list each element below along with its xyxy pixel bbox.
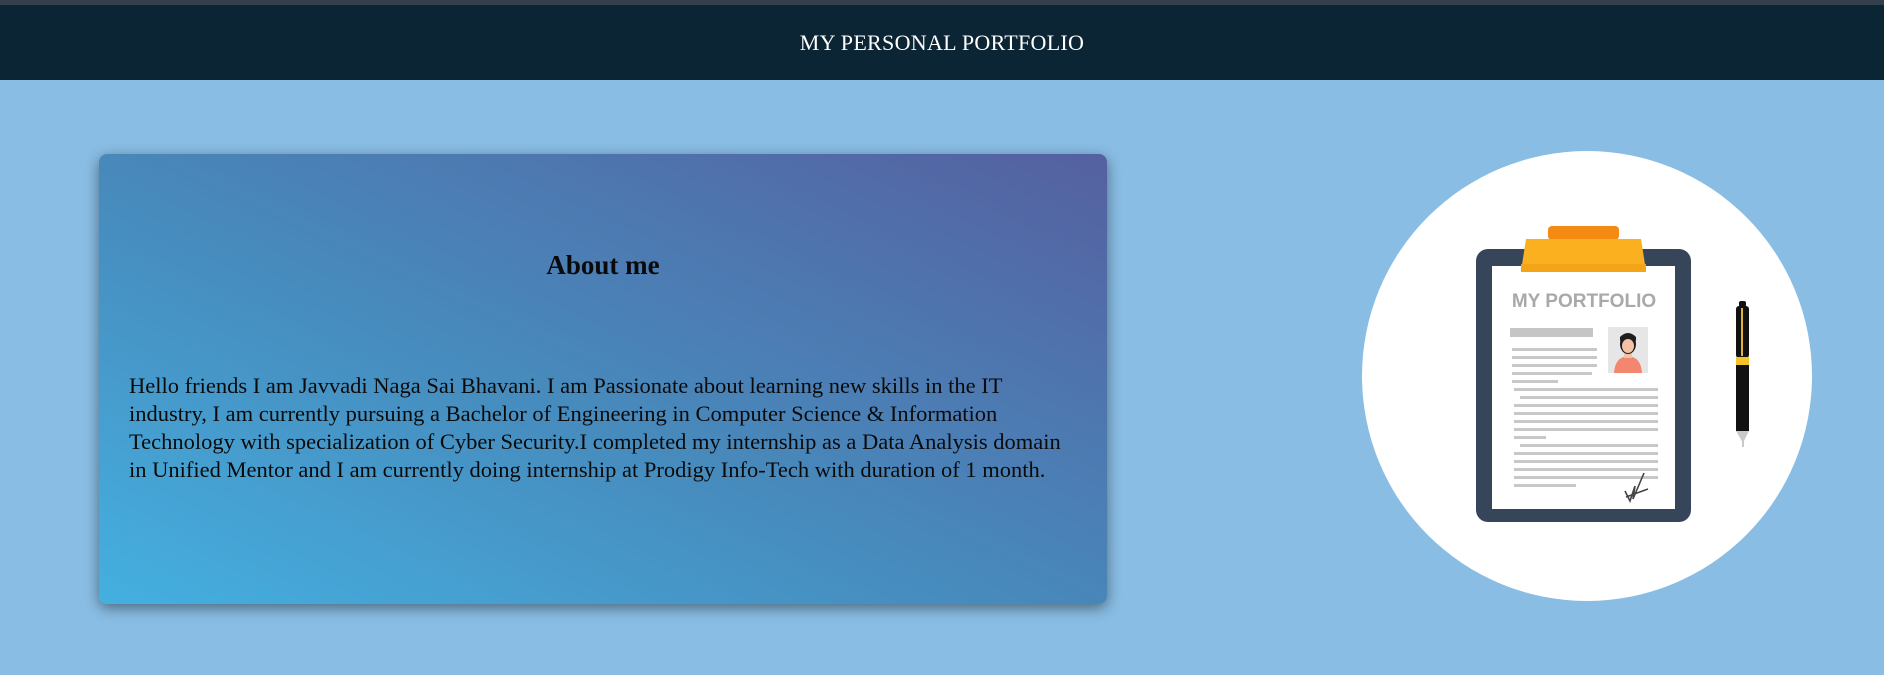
site-title: MY PERSONAL PORTFOLIO xyxy=(799,29,1085,55)
pen-icon xyxy=(1736,301,1749,447)
clip-top xyxy=(1548,226,1619,240)
sheet-header-bar xyxy=(1510,328,1593,337)
about-card: About me Hello friends I am Javvadi Naga… xyxy=(99,154,1107,604)
sheet-title: MY PORTFOLIO xyxy=(1512,291,1656,312)
portfolio-illustration: MY PORTFOLIO xyxy=(1362,151,1812,601)
clipboard-illustration: MY PORTFOLIO xyxy=(1476,226,1749,522)
site-header: MY PERSONAL PORTFOLIO xyxy=(0,5,1884,80)
about-heading: About me xyxy=(546,250,660,280)
clip-band xyxy=(1521,264,1646,272)
about-body-text: Hello friends I am Javvadi Naga Sai Bhav… xyxy=(129,373,1061,482)
